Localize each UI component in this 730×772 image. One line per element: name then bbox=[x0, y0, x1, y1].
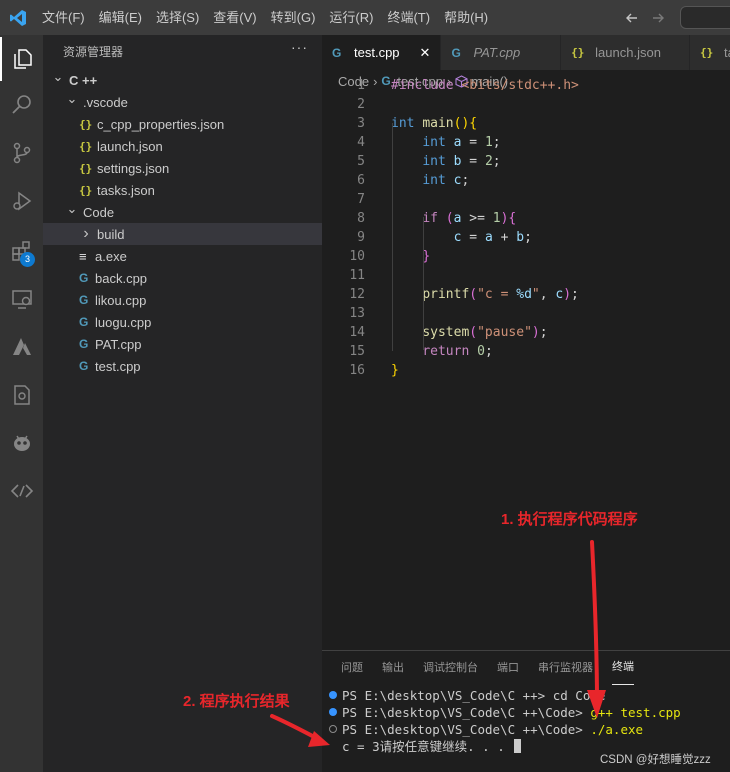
annotation-step-1: 1. 执行程序代码程序 bbox=[501, 511, 638, 528]
csdn-watermark: CSDN @好想睡觉zzz bbox=[600, 754, 711, 766]
vscode-window: 文件(F) 编辑(E) 选择(S) 查看(V) 转到(G) 运行(R) 终端(T) 帮助(H)… bbox=[0, 0, 730, 772]
annotation-step-2: 2. 程序执行结果 bbox=[183, 693, 290, 710]
annotation-arrows bbox=[270, 540, 606, 747]
